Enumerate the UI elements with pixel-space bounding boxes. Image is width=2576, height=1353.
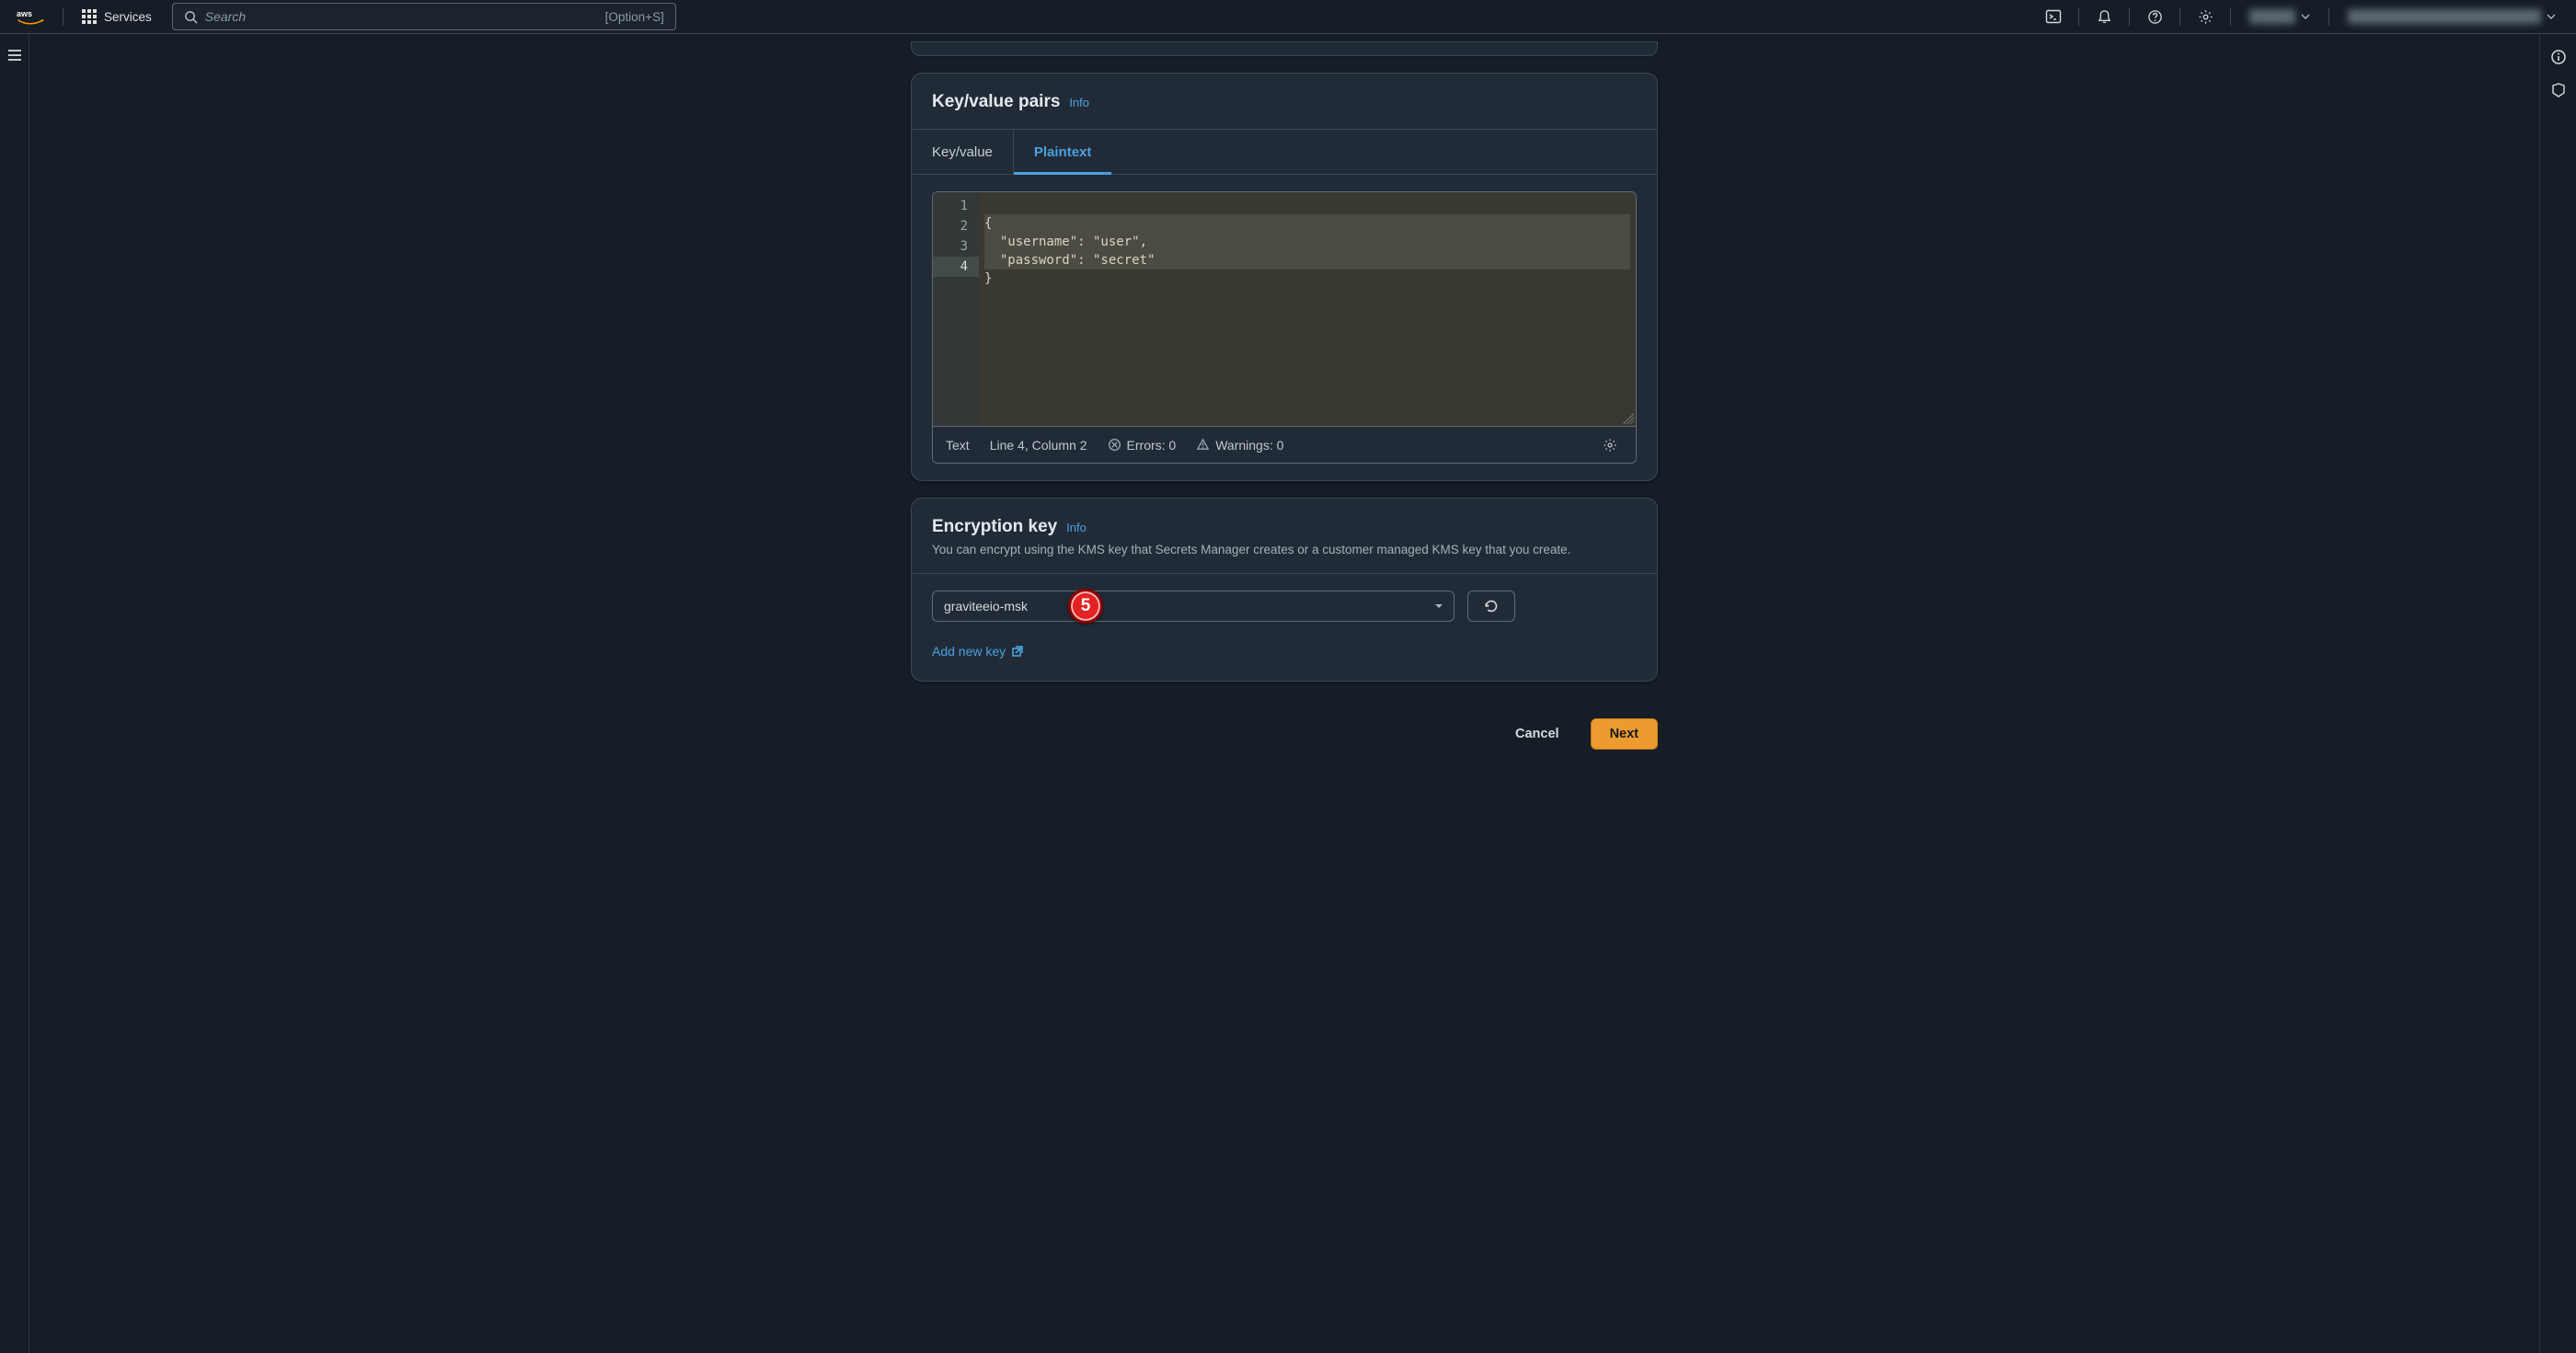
chevron-down-icon — [2301, 12, 2310, 21]
aws-logo[interactable]: aws — [17, 8, 44, 25]
svg-text:aws: aws — [17, 9, 32, 18]
resize-handle[interactable] — [1623, 413, 1634, 424]
editor-statusbar: Text Line 4, Column 2 Errors: 0 Warnings… — [933, 426, 1636, 463]
card-description: You can encrypt using the KMS key that S… — [932, 543, 1637, 556]
encryption-body: graviteeio-msk 5 Add new key — [912, 573, 1657, 681]
gutter-line: 1 — [933, 196, 979, 216]
notifications-icon[interactable] — [2088, 3, 2120, 30]
nav-utility-icons — [2038, 3, 2565, 30]
card-header: Encryption key Info You can encrypt usin… — [912, 499, 1657, 573]
warnings-count: Warnings: 0 — [1196, 438, 1283, 453]
code-line: "password": "secret" — [984, 251, 1630, 269]
divider — [2179, 7, 2180, 26]
code-line: { — [984, 214, 1630, 233]
divider — [2129, 7, 2130, 26]
tabs: Key/value Plaintext — [912, 129, 1657, 175]
help-icon[interactable] — [2139, 3, 2170, 30]
search-shortcut: [Option+S] — [605, 10, 664, 24]
info-panel-icon[interactable] — [2550, 49, 2567, 65]
next-button[interactable]: Next — [1591, 718, 1658, 750]
search-input[interactable] — [205, 9, 605, 24]
card-title: Key/value pairs — [932, 92, 1060, 111]
content-column: Key/value pairs Info Key/value Plaintext… — [911, 41, 1658, 1316]
editor-mode: Text — [946, 438, 970, 453]
divider — [2078, 7, 2079, 26]
external-link-icon — [1011, 645, 1024, 658]
main-scroll[interactable]: Key/value pairs Info Key/value Plaintext… — [29, 34, 2539, 1353]
services-label: Services — [104, 10, 152, 24]
kms-key-select-container: graviteeio-msk 5 — [932, 591, 1455, 622]
search-icon — [184, 10, 198, 24]
grid-icon — [82, 9, 97, 24]
keyvalue-card: Key/value pairs Info Key/value Plaintext… — [911, 73, 1658, 481]
code-area[interactable]: 1 2 3 4 { "username": "user", "password"… — [933, 192, 1636, 426]
chevron-down-icon — [2547, 12, 2556, 21]
error-icon — [1108, 438, 1121, 452]
refresh-button[interactable] — [1467, 591, 1515, 622]
line-gutter: 1 2 3 4 — [933, 192, 979, 426]
errors-count: Errors: 0 — [1108, 438, 1177, 453]
code-text[interactable]: { "username": "user", "password": "secre… — [979, 192, 1636, 426]
divider — [2230, 7, 2231, 26]
cancel-button[interactable]: Cancel — [1497, 718, 1578, 750]
cursor-position: Line 4, Column 2 — [990, 438, 1087, 453]
info-link[interactable]: Info — [1066, 521, 1087, 534]
menu-toggle-icon[interactable] — [7, 49, 22, 62]
tab-plaintext[interactable]: Plaintext — [1014, 130, 1112, 174]
global-search[interactable]: [Option+S] — [172, 3, 676, 30]
card-header: Key/value pairs Info — [912, 74, 1657, 129]
previous-card-stub — [911, 41, 1658, 56]
editor-wrap: 1 2 3 4 { "username": "user", "password"… — [912, 175, 1657, 480]
security-panel-icon[interactable] — [2550, 82, 2567, 98]
settings-icon[interactable] — [2190, 3, 2221, 30]
encryption-card: Encryption key Info You can encrypt usin… — [911, 498, 1658, 682]
code-line: "username": "user", — [984, 233, 1630, 251]
gutter-line: 3 — [933, 236, 979, 257]
region-selector[interactable] — [2240, 9, 2319, 24]
editor-settings-icon[interactable] — [1597, 432, 1623, 458]
services-menu-button[interactable]: Services — [76, 6, 157, 28]
left-rail — [0, 34, 29, 1353]
code-line: } — [984, 269, 1630, 288]
card-title: Encryption key — [932, 517, 1057, 536]
kms-key-value: graviteeio-msk — [944, 599, 1028, 613]
refresh-icon — [1483, 598, 1500, 614]
code-editor[interactable]: 1 2 3 4 { "username": "user", "password"… — [932, 191, 1637, 464]
wizard-actions: Cancel Next — [911, 718, 1658, 750]
info-link[interactable]: Info — [1069, 96, 1089, 109]
kms-key-select[interactable]: graviteeio-msk — [932, 591, 1455, 622]
gutter-line: 4 — [933, 257, 979, 277]
warning-icon — [1196, 438, 1210, 452]
chevron-down-icon — [1433, 601, 1444, 612]
add-new-key-link[interactable]: Add new key — [932, 644, 1637, 659]
top-nav: aws Services [Option+S] — [0, 0, 2576, 34]
cloudshell-icon[interactable] — [2038, 3, 2069, 30]
tab-keyvalue[interactable]: Key/value — [932, 130, 1014, 174]
gutter-line: 2 — [933, 216, 979, 236]
right-rail — [2539, 34, 2576, 1353]
account-menu[interactable] — [2339, 9, 2565, 24]
